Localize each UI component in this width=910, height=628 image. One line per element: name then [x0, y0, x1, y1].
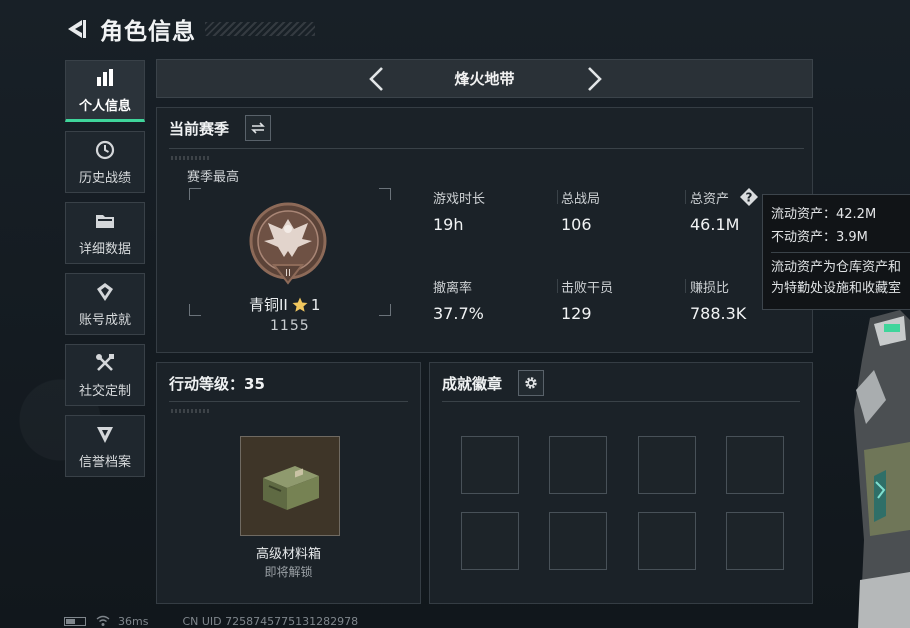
svg-text:?: ? [746, 191, 753, 205]
divider [771, 252, 910, 253]
history-icon [95, 140, 115, 159]
sidebar-item-label: 信誉档案 [78, 454, 131, 470]
badge-slot[interactable] [638, 512, 696, 570]
reward-name: 高级材料箱 [255, 547, 321, 562]
gear-icon [525, 377, 537, 389]
assets-tooltip: 流动资产：42.2M 不动资产：3.9M 流动资产为仓库资产和 为特勤处设施和收… [762, 194, 910, 310]
stat-extraction-rate: 撤离率 37.7% [433, 281, 484, 323]
sidebar-item-label: 社交定制 [78, 383, 131, 399]
decoration [171, 156, 211, 160]
level-panel: 行动等级：35 高级材料箱 即将解锁 [156, 362, 421, 604]
chevron-left-icon[interactable] [365, 66, 389, 92]
decoration [171, 409, 211, 413]
stat-total-assets: 总资产 46.1M [690, 192, 740, 234]
tooltip-description-2: 为特勤处设施和收藏室 [771, 281, 902, 296]
sidebar-item-label: 个人信息 [78, 98, 131, 114]
chevron-right-icon[interactable] [582, 66, 606, 92]
character-model [854, 310, 910, 628]
reward-item-card[interactable] [240, 436, 340, 536]
stat-total-matches: 总战局 106 [561, 192, 601, 234]
sidebar-item-personal-info[interactable]: 个人信息 [65, 60, 145, 122]
achievement-title: 成就徽章 [442, 375, 503, 393]
ping-value: 36ms [118, 614, 149, 628]
season-switch-button[interactable] [245, 115, 271, 141]
sidebar-item-detail-data[interactable]: 详细数据 [65, 202, 145, 264]
uid-text: CN UID 7258745775131282978 [182, 614, 359, 628]
badge-slot[interactable] [549, 436, 607, 494]
achievement-badge-panel: 成就徽章 [429, 362, 813, 604]
rank-score: 1155 [270, 318, 310, 334]
badge-slot[interactable] [638, 436, 696, 494]
sidebar-item-label: 账号成就 [78, 312, 131, 328]
level-title: 行动等级：35 [169, 375, 265, 393]
swap-icon [251, 122, 265, 134]
rank-stars: 1 [310, 295, 321, 314]
svg-text:II: II [285, 268, 291, 279]
status-bar: 36ms CN UID 7258745775131282978 [64, 614, 358, 628]
header-decoration [205, 22, 315, 36]
badge-slot[interactable] [461, 436, 519, 494]
sidebar-item-label: 历史战绩 [78, 170, 131, 186]
rank-name: 青铜II 1 [249, 295, 321, 315]
battery-icon [64, 616, 86, 626]
badge-slot[interactable] [461, 512, 519, 570]
bar-chart-icon [97, 68, 113, 86]
rank-badge-icon: II [249, 202, 327, 285]
page-title: 角色信息 [100, 19, 196, 45]
sidebar-item-achievements[interactable]: 账号成就 [65, 273, 145, 335]
sidebar-item-history[interactable]: 历史战绩 [65, 131, 145, 193]
back-arrow-icon[interactable] [64, 17, 88, 41]
stat-profit-loss: 赚损比 788.3K [690, 281, 747, 323]
star-icon [292, 297, 308, 312]
badge-slot[interactable] [726, 512, 784, 570]
stat-operators-defeated: 击败干员 129 [561, 281, 614, 323]
help-icon[interactable]: ? [739, 187, 759, 207]
season-panel: 当前赛季 赛季最高 II 青铜II 1 1155 游戏时长 19h 总战局 10… [156, 107, 813, 353]
season-best-label: 赛季最高 [187, 170, 240, 185]
reward-status: 即将解锁 [264, 565, 313, 579]
sidebar: 个人信息 历史战绩 详细数据 账号成就 社交定制 信誉档案 [65, 60, 145, 486]
divider [169, 148, 804, 149]
stat-play-time: 游戏时长 19h [433, 192, 486, 234]
tooltip-description-1: 流动资产为仓库资产和 [771, 260, 902, 275]
sidebar-item-reputation[interactable]: 信誉档案 [65, 415, 145, 477]
badge-slot[interactable] [726, 436, 784, 494]
divider [442, 401, 800, 402]
achievement-settings-button[interactable] [518, 370, 544, 396]
material-crate-icon [263, 466, 319, 510]
achievement-icon [97, 282, 113, 301]
season-title: 当前赛季 [169, 120, 230, 138]
mode-title: 烽火地带 [454, 70, 515, 88]
sidebar-item-social[interactable]: 社交定制 [65, 344, 145, 406]
divider [169, 401, 408, 402]
tools-icon [96, 353, 114, 371]
tooltip-liquid-assets: 流动资产：42.2M [771, 207, 877, 222]
wifi-icon [96, 615, 110, 626]
badge-slot[interactable] [549, 512, 607, 570]
sidebar-item-label: 详细数据 [78, 241, 131, 257]
folder-icon [96, 214, 114, 228]
tooltip-fixed-assets: 不动资产：3.9M [771, 230, 868, 245]
page-header: 角色信息 [64, 12, 196, 46]
mode-selector: 烽火地带 [156, 59, 813, 98]
shield-icon [97, 426, 113, 443]
